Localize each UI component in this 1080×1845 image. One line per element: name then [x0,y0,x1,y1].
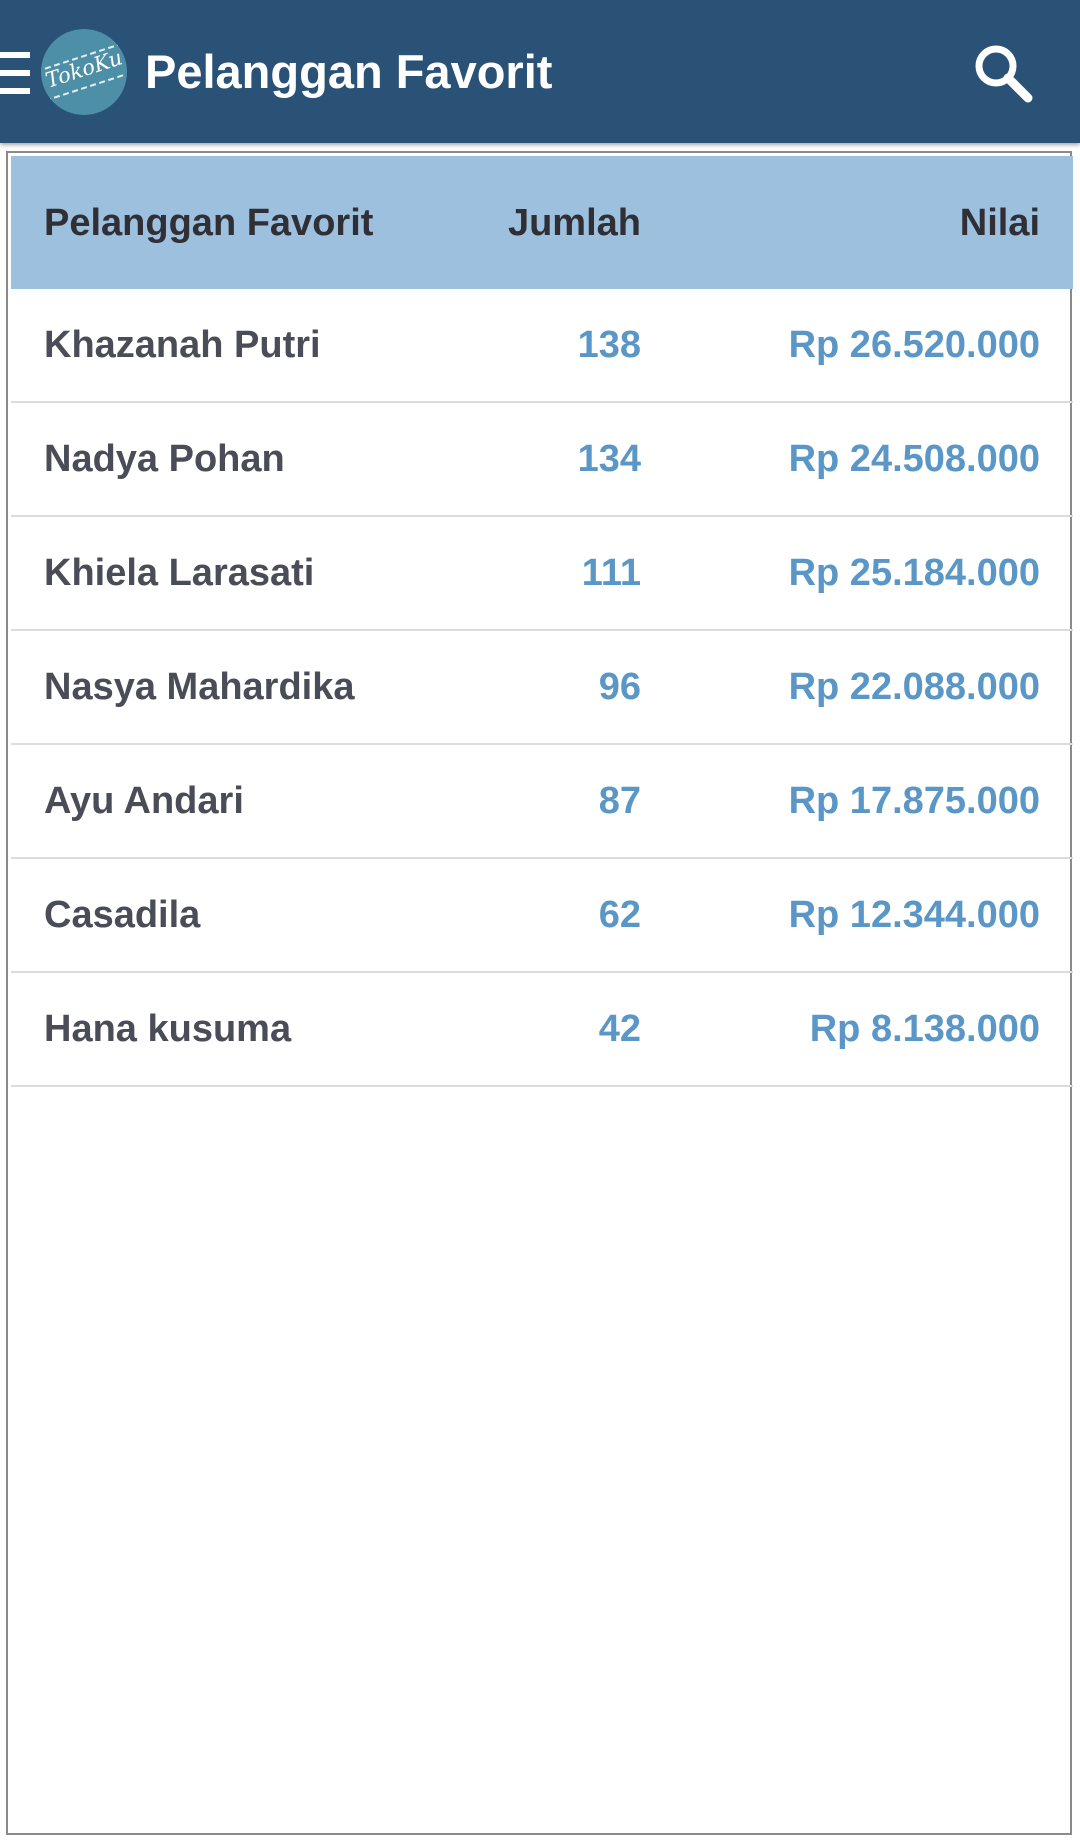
customer-name: Khazanah Putri [44,324,321,366]
customer-name: Hana kusuma [44,1008,292,1050]
customer-name: Nadya Pohan [44,438,285,480]
customer-qty: 42 [598,1008,641,1050]
customer-name: Nasya Mahardika [44,666,355,708]
customer-table: Pelanggan Favorit Jumlah Nilai Khazanah … [6,151,1073,1835]
table-row[interactable]: Ayu Andari 87 Rp 17.875.000 [11,745,1073,859]
customer-value: Rp 8.138.000 [809,1008,1040,1050]
column-header-value: Nilai [959,202,1040,244]
customer-value: Rp 17.875.000 [788,780,1040,822]
customer-name: Casadila [44,894,201,936]
table-row[interactable]: Nasya Mahardika 96 Rp 22.088.000 [11,631,1073,745]
customer-qty: 96 [598,666,641,708]
customer-name: Khiela Larasati [44,552,315,594]
hamburger-menu-icon[interactable] [0,52,30,94]
table-row[interactable]: Khazanah Putri 138 Rp 26.520.000 [11,289,1073,403]
table-row[interactable]: Nadya Pohan 134 Rp 24.508.000 [11,403,1073,517]
search-icon[interactable] [972,42,1036,106]
table-header: Pelanggan Favorit Jumlah Nilai [11,156,1073,289]
customer-qty: 134 [577,438,641,480]
customer-qty: 62 [598,894,641,936]
app-bar: TokoKu Pelanggan Favorit [0,0,1080,143]
app-logo: TokoKu [41,29,127,115]
column-header-name: Pelanggan Favorit [44,202,374,244]
table-row[interactable]: Hana kusuma 42 Rp 8.138.000 [11,973,1073,1087]
customer-value: Rp 26.520.000 [788,324,1040,366]
customer-value: Rp 25.184.000 [788,552,1040,594]
column-header-qty: Jumlah [507,202,641,244]
customer-qty: 138 [577,324,641,366]
customer-name: Ayu Andari [44,780,244,822]
page-title: Pelanggan Favorit [145,45,553,98]
customer-value: Rp 12.344.000 [788,894,1040,936]
table-row[interactable]: Khiela Larasati 111 Rp 25.184.000 [11,517,1073,631]
customer-qty: 111 [581,552,641,594]
customer-qty: 87 [598,780,641,822]
table-row[interactable]: Casadila 62 Rp 12.344.000 [11,859,1073,973]
customer-value: Rp 22.088.000 [788,666,1040,708]
customer-value: Rp 24.508.000 [788,438,1040,480]
